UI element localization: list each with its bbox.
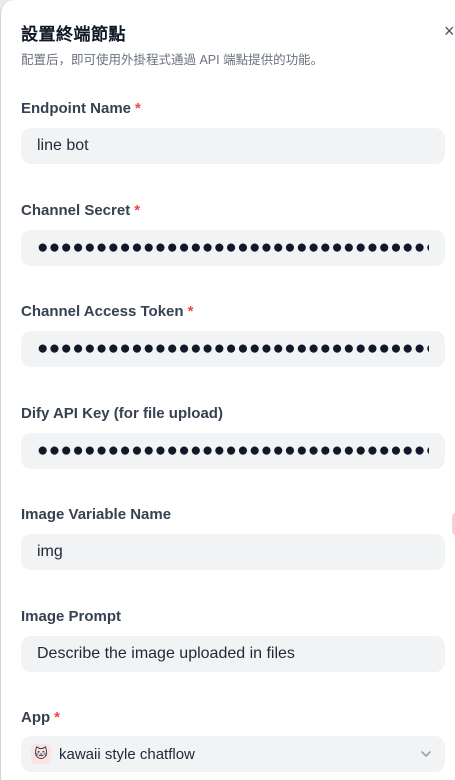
chevron-down-icon (421, 751, 431, 757)
channel-secret-masked-value: ●●●●●●●●●●●●●●●●●●●●●●●●●●●●●●●●●●●● (37, 237, 429, 258)
panel-title: 設置終端節點 (21, 25, 126, 44)
dify-api-key-input[interactable]: ●●●●●●●●●●●●●●●●●●●●●●●●●●●●●●●●●●●● (21, 433, 445, 469)
channel-access-token-label: Channel Access Token * (21, 303, 193, 320)
endpoint-name-input[interactable]: line bot (21, 128, 445, 164)
channel-secret-input[interactable]: ●●●●●●●●●●●●●●●●●●●●●●●●●●●●●●●●●●●● (21, 230, 445, 266)
app-select[interactable]: 🐱 kawaii style chatflow (21, 736, 445, 772)
image-prompt-label: Image Prompt (21, 608, 121, 625)
channel-access-token-label-text: Channel Access Token (21, 303, 184, 320)
app-label-text: App (21, 709, 51, 726)
endpoint-settings-panel: 設置終端節點 配置后，即可使用外掛程式通過 API 端點提供的功能。 × End… (0, 0, 455, 780)
image-prompt-input[interactable]: Describe the image uploaded in files (21, 636, 445, 672)
app-avatar-icon: 🐱 (31, 744, 51, 764)
image-variable-name-input[interactable]: img (21, 534, 445, 570)
image-prompt-label-text: Image Prompt (21, 608, 122, 625)
close-icon[interactable]: × (444, 20, 455, 42)
dify-api-key-masked-value: ●●●●●●●●●●●●●●●●●●●●●●●●●●●●●●●●●●●● (37, 440, 429, 461)
endpoint-name-label-text: Endpoint Name (21, 100, 132, 117)
image-variable-name-label-text: Image Variable Name (21, 506, 172, 523)
channel-secret-label-text: Channel Secret (21, 202, 131, 219)
required-marker: * (187, 303, 194, 320)
endpoint-name-label: Endpoint Name * (21, 100, 141, 117)
required-marker: * (134, 202, 141, 219)
channel-secret-label: Channel Secret * (21, 202, 140, 219)
panel-subtitle: 配置后，即可使用外掛程式通過 API 端點提供的功能。 (21, 53, 324, 67)
app-label: App * (21, 709, 60, 726)
dify-api-key-label-text: Dify API Key (for file upload) (21, 405, 223, 422)
app-select-value: kawaii style chatflow (59, 745, 195, 763)
channel-access-token-input[interactable]: ●●●●●●●●●●●●●●●●●●●●●●●●●●●●●●●●●●●● (21, 331, 445, 367)
required-marker: * (135, 100, 141, 117)
image-variable-name-label: Image Variable Name (21, 506, 171, 523)
required-marker: * (54, 709, 61, 726)
dify-api-key-label: Dify API Key (for file upload) (21, 405, 223, 422)
channel-access-token-masked-value: ●●●●●●●●●●●●●●●●●●●●●●●●●●●●●●●●●●●● (37, 338, 429, 359)
